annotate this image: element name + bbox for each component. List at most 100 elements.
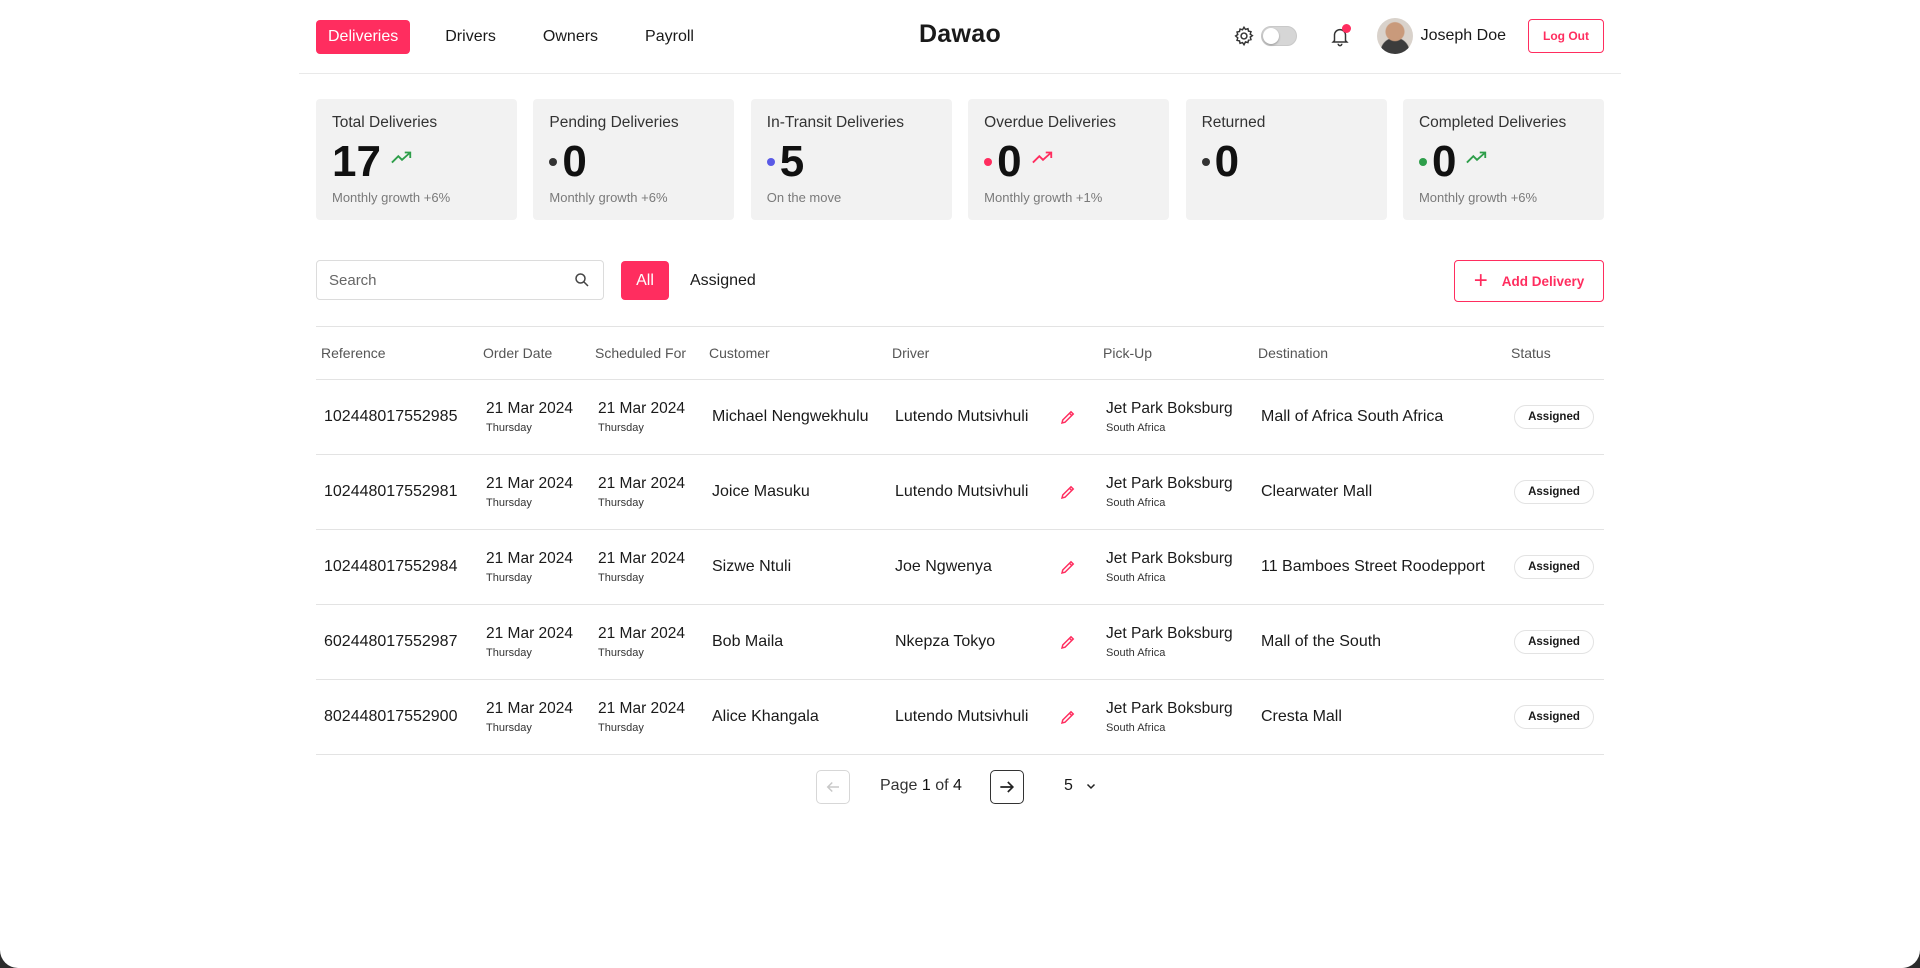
scheduled-day: Thursday xyxy=(598,572,644,584)
notifications-bell[interactable] xyxy=(1329,24,1351,48)
order-date-cell: 21 Mar 2024 Thursday xyxy=(486,475,573,509)
pickup-country: South Africa xyxy=(1106,422,1166,434)
order-day: Thursday xyxy=(486,722,532,734)
stat-card[interactable]: Total Deliveries 17 Monthly growth +6% xyxy=(316,99,517,220)
pickup-country: South Africa xyxy=(1106,722,1166,734)
table-toolbar: All Assigned + Add Delivery xyxy=(316,260,1604,302)
stat-title: In-Transit Deliveries xyxy=(766,114,905,131)
edit-driver-pencil-icon[interactable] xyxy=(1059,558,1077,576)
table-row[interactable]: 102448017552981 21 Mar 2024 Thursday 21 Mar… xyxy=(316,455,1604,530)
header-customer[interactable]: Customer xyxy=(709,345,770,361)
current-page: 1 xyxy=(921,777,931,794)
reference-cell: 602448017552987 xyxy=(324,633,458,650)
customer-cell: Joice Masuku xyxy=(712,483,810,500)
stat-subtitle: Monthly growth +6% xyxy=(332,190,451,205)
top-navbar: Deliveries Drivers Owners Payroll Dawao xyxy=(299,0,1621,74)
stat-value-row: 0 xyxy=(1418,137,1588,186)
notification-dot xyxy=(1341,24,1351,33)
trending-up-icon xyxy=(1031,151,1052,164)
driver-cell: Lutendo Mutsivhuli xyxy=(895,483,1029,500)
order-date-cell: 21 Mar 2024 Thursday xyxy=(486,700,573,734)
stat-value: 17 xyxy=(332,137,381,186)
header-scheduled-for[interactable]: Scheduled For xyxy=(595,345,686,361)
scheduled-day: Thursday xyxy=(598,422,644,434)
stat-title: Total Deliveries xyxy=(332,114,438,131)
plus-icon: + xyxy=(1473,267,1488,294)
filter-assigned-button[interactable]: Assigned xyxy=(690,261,756,300)
pickup-cell: Jet Park Boksburg South Africa xyxy=(1106,400,1233,434)
edit-driver-pencil-icon[interactable] xyxy=(1059,408,1077,426)
pickup-location: Jet Park Boksburg xyxy=(1106,700,1233,717)
scheduled-date-cell: 21 Mar 2024 Thursday xyxy=(598,550,685,584)
stat-value-row: 0 xyxy=(984,140,1153,184)
header-driver[interactable]: Driver xyxy=(892,345,929,361)
scheduled-day: Thursday xyxy=(598,722,644,734)
destination-cell: Clearwater Mall xyxy=(1261,483,1373,500)
add-delivery-button[interactable]: + Add Delivery xyxy=(1454,260,1604,302)
scheduled-date: 21 Mar 2024 xyxy=(598,475,686,492)
table-row[interactable]: 602448017552987 21 Mar 2024 Thursday 21 Mar… xyxy=(316,605,1604,680)
scheduled-date-cell: 21 Mar 2024 Thursday xyxy=(598,700,685,734)
settings-gear-icon[interactable] xyxy=(1233,25,1255,47)
driver-cell: Joe Ngwenya xyxy=(895,558,992,575)
pickup-location: Jet Park Boksburg xyxy=(1106,475,1233,492)
pickup-cell: Jet Park Boksburg South Africa xyxy=(1106,625,1233,659)
stat-value: 0 xyxy=(1431,137,1457,186)
scheduled-date: 21 Mar 2024 xyxy=(598,550,686,567)
order-date-cell: 21 Mar 2024 Thursday xyxy=(486,625,573,659)
scheduled-date: 21 Mar 2024 xyxy=(598,700,686,717)
main-container: Deliveries Drivers Owners Payroll Dawao xyxy=(299,0,1621,804)
pickup-country: South Africa xyxy=(1106,497,1166,509)
stat-title: Pending Deliveries xyxy=(549,114,679,131)
table-row[interactable]: 802448017552900 21 Mar 2024 Thursday 21 Mar… xyxy=(316,680,1604,755)
trending-up-icon xyxy=(391,151,412,164)
filter-all-button[interactable]: All xyxy=(621,261,669,300)
status-dot xyxy=(984,158,993,166)
header-destination[interactable]: Destination xyxy=(1258,345,1328,361)
header-reference[interactable]: Reference xyxy=(321,345,386,361)
customer-cell: Sizwe Ntuli xyxy=(712,558,792,575)
stat-title: Returned xyxy=(1201,114,1266,131)
order-date-cell: 21 Mar 2024 Thursday xyxy=(486,400,573,434)
search-input[interactable] xyxy=(329,271,573,289)
trending-up-icon xyxy=(1466,151,1487,164)
stat-value: 0 xyxy=(997,137,1022,186)
theme-toggle[interactable] xyxy=(1260,26,1297,46)
stat-card[interactable]: Returned 0 xyxy=(1185,99,1387,220)
stat-card[interactable]: Completed Deliveries 0 Monthly growth +6% xyxy=(1402,99,1604,220)
order-date: 21 Mar 2024 xyxy=(486,400,574,417)
stat-value-row: 5 xyxy=(766,140,936,184)
stat-value: 0 xyxy=(562,137,587,186)
header-pickup[interactable]: Pick-Up xyxy=(1103,345,1152,361)
edit-driver-pencil-icon[interactable] xyxy=(1059,633,1077,651)
next-page-button[interactable] xyxy=(990,770,1024,804)
edit-driver-pencil-icon[interactable] xyxy=(1059,483,1077,501)
header-status[interactable]: Status xyxy=(1511,345,1551,361)
status-badge: Assigned xyxy=(1514,555,1594,579)
customer-cell: Michael Nengwekhulu xyxy=(712,408,869,425)
status-badge: Assigned xyxy=(1514,705,1594,729)
stat-card[interactable]: Pending Deliveries 0 Monthly growth +6% xyxy=(533,99,735,220)
search-icon[interactable] xyxy=(573,271,591,289)
edit-driver-pencil-icon[interactable] xyxy=(1059,708,1077,726)
header-order-date[interactable]: Order Date xyxy=(483,345,552,361)
stat-subtitle: Monthly growth +1% xyxy=(984,190,1103,205)
destination-cell: Mall of Africa South Africa xyxy=(1261,408,1444,425)
pickup-country: South Africa xyxy=(1106,647,1166,659)
page-size-select[interactable]: 5 xyxy=(1064,777,1097,795)
table-row[interactable]: 102448017552985 21 Mar 2024 Thursday 21 Mar… xyxy=(316,380,1604,455)
total-pages: 4 xyxy=(952,777,962,794)
stat-card[interactable]: In-Transit Deliveries 5 On the move xyxy=(750,99,952,220)
reference-cell: 102448017552981 xyxy=(324,483,458,500)
order-date-cell: 21 Mar 2024 Thursday xyxy=(486,550,573,584)
scheduled-date-cell: 21 Mar 2024 Thursday xyxy=(598,625,685,659)
previous-page-button[interactable] xyxy=(816,770,850,804)
avatar[interactable] xyxy=(1376,18,1413,54)
logout-button[interactable]: Log Out xyxy=(1528,19,1604,53)
table-row[interactable]: 102448017552984 21 Mar 2024 Thursday 21 Mar… xyxy=(316,530,1604,605)
order-day: Thursday xyxy=(486,497,532,509)
stat-card[interactable]: Overdue Deliveries 0 Monthly growth +1% xyxy=(968,99,1170,220)
customer-cell: Bob Maila xyxy=(712,633,784,650)
scheduled-day: Thursday xyxy=(598,647,644,659)
stat-value: 0 xyxy=(1214,137,1240,186)
